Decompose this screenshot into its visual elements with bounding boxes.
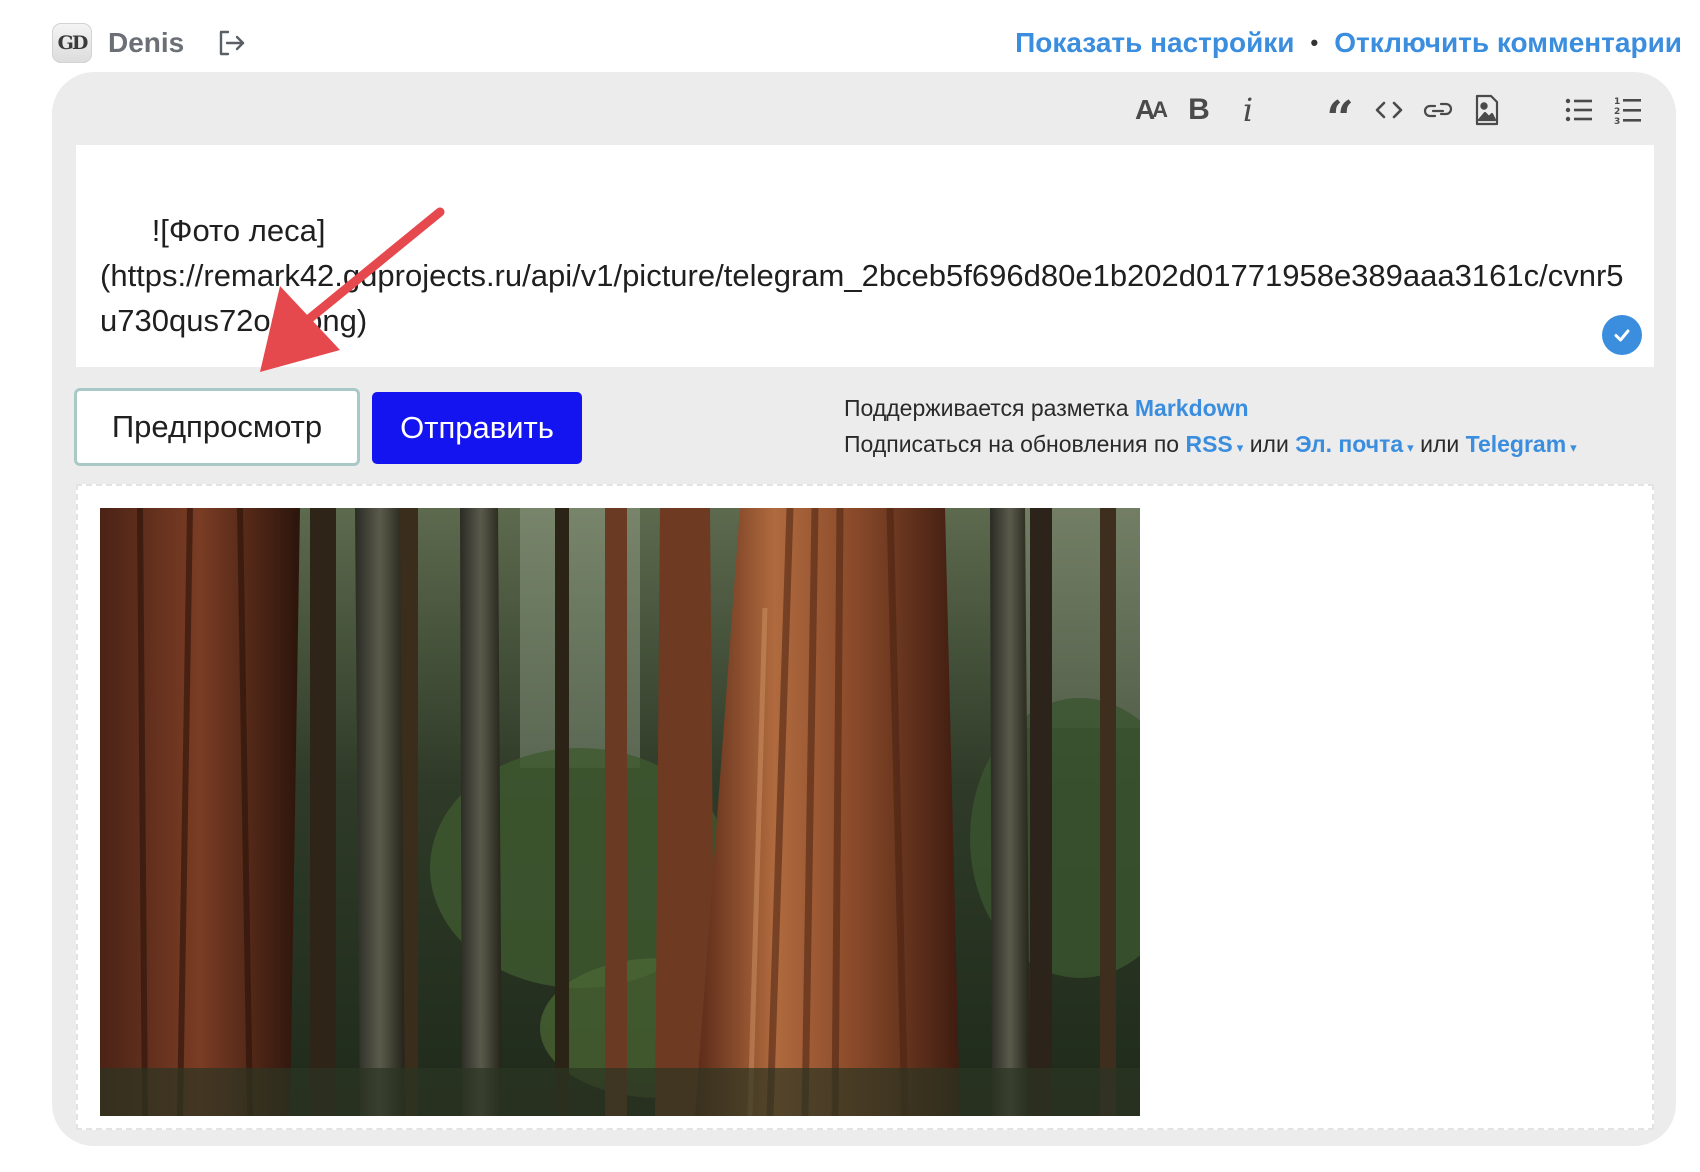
- link-separator: •: [1310, 30, 1319, 55]
- or-text: или: [1420, 431, 1460, 457]
- caret-down-icon: ▾: [1407, 440, 1414, 455]
- comment-preview: [76, 484, 1654, 1130]
- svg-text:1: 1: [1614, 97, 1620, 107]
- rss-label: RSS: [1185, 431, 1233, 457]
- image-icon[interactable]: [1469, 88, 1505, 132]
- or-text: или: [1249, 431, 1289, 457]
- comment-text: ![Фото леса] (https://remark42.gdproject…: [100, 213, 1624, 338]
- markdown-hint-text: Поддерживается разметка: [844, 395, 1129, 421]
- email-label: Эл. почта: [1295, 431, 1404, 457]
- text-size-icon[interactable]: AA: [1132, 88, 1168, 132]
- subscribe-line: Подписаться на обновления по RSS ▾ или Эл…: [844, 426, 1664, 466]
- forest-photo: [100, 508, 1140, 1116]
- italic-icon[interactable]: i: [1230, 88, 1266, 132]
- email-dropdown[interactable]: Эл. почта ▾: [1295, 431, 1414, 457]
- rss-dropdown[interactable]: RSS ▾: [1185, 431, 1243, 457]
- show-settings-link[interactable]: Показать настройки: [1015, 27, 1294, 59]
- comment-editor: AA B i “ 1 2 3 ![Фото леса] (https://rem…: [52, 72, 1676, 1146]
- caret-down-icon: ▾: [1236, 440, 1244, 455]
- markdown-link[interactable]: Markdown: [1135, 395, 1249, 421]
- user-bar: GD Denis Показать настройки • Отключить …: [52, 22, 1682, 64]
- preview-button[interactable]: Предпросмотр: [74, 388, 360, 466]
- logout-icon[interactable]: [216, 27, 248, 59]
- caret-down-icon: ▾: [1570, 440, 1577, 455]
- markdown-hint: Поддерживается разметка Markdown: [844, 390, 1664, 426]
- form-meta: Поддерживается разметка Markdown Подписа…: [844, 390, 1664, 466]
- bold-icon[interactable]: B: [1181, 88, 1217, 132]
- telegram-label: Telegram: [1465, 431, 1567, 457]
- username: Denis: [108, 27, 185, 58]
- markdown-toolbar: AA B i “ 1 2 3: [1119, 88, 1646, 143]
- avatar: GD: [52, 23, 92, 63]
- ordered-list-icon[interactable]: 1 2 3: [1610, 88, 1646, 132]
- svg-text:2: 2: [1614, 107, 1620, 117]
- send-button[interactable]: Отправить: [372, 392, 582, 464]
- subscribe-text: Подписаться на обновления по: [844, 431, 1180, 457]
- telegram-dropdown[interactable]: Telegram ▾: [1466, 431, 1577, 457]
- comment-form-page: GD Denis Показать настройки • Отключить …: [0, 0, 1700, 1172]
- svg-text:3: 3: [1614, 117, 1620, 125]
- comment-textarea[interactable]: ![Фото леса] (https://remark42.gdproject…: [76, 145, 1654, 367]
- quote-icon[interactable]: “: [1322, 88, 1358, 143]
- link-icon[interactable]: [1420, 88, 1456, 132]
- code-icon[interactable]: [1371, 88, 1407, 132]
- unordered-list-icon[interactable]: [1561, 88, 1597, 132]
- check-icon[interactable]: [1602, 315, 1642, 355]
- top-links: Показать настройки • Отключить комментар…: [1015, 27, 1682, 59]
- disable-comments-link[interactable]: Отключить комментарии: [1334, 27, 1682, 59]
